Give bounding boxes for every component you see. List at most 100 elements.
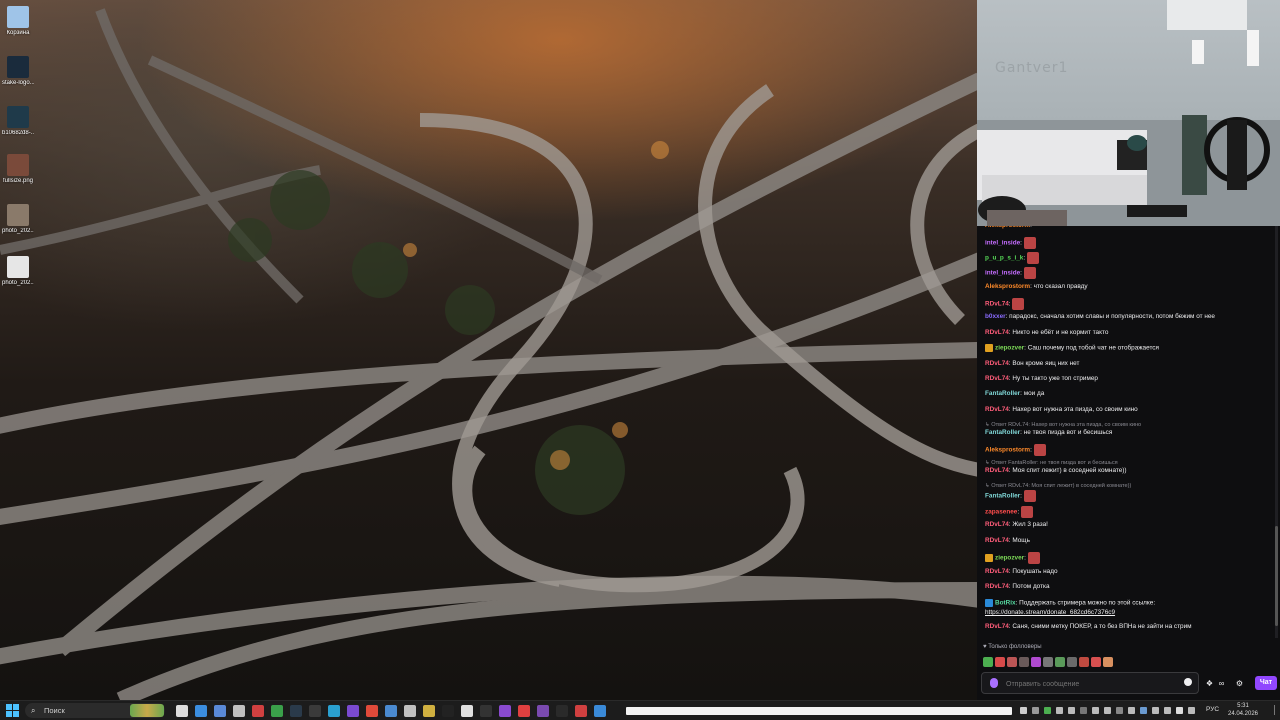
chat-username[interactable]: RDvL74 [985,375,1009,382]
emote-icon[interactable] [1091,657,1101,667]
tray-icon[interactable] [1140,707,1147,714]
chat-username[interactable]: b0xxer [985,313,1006,320]
show-desktop-button[interactable] [1266,705,1275,715]
search-highlight-icon[interactable] [130,704,164,717]
chat-message[interactable]: FantaRoller: мои да [985,390,1044,398]
emote-icon[interactable] [983,657,993,667]
taskbar-search[interactable]: ⌕ Поиск [25,703,165,718]
chat-message[interactable]: ziepozver: [985,552,1040,564]
chat-username[interactable]: FantaRoller [985,390,1020,397]
app-black-icon[interactable] [442,705,454,717]
language-indicator[interactable]: РУС [1206,706,1219,713]
desktop-icon-b10682d8[interactable]: b10682d8-... [2,106,34,136]
app-h-icon[interactable] [556,705,568,717]
app-pen-icon[interactable] [233,705,245,717]
chat-username[interactable]: Aleksprostorm [985,447,1030,454]
desktop-icon-photo-1[interactable]: photo_202... [2,204,34,234]
chat-message[interactable]: Aleksprostorm: что сказал правду [985,283,1088,291]
chat-reply-context[interactable]: ↳ Ответ RDvL74: Моя спит лежит) в соседн… [985,483,1131,489]
chat-message[interactable]: RDvL74: Никто не ебёт и не кормит такто [985,329,1108,337]
chat-scrollbar-thumb[interactable] [1275,526,1278,626]
tray-icon[interactable] [1056,707,1063,714]
desktop-icon-fullsize[interactable]: fullsize.png [2,154,34,184]
app-purple3-icon[interactable] [537,705,549,717]
desktop-icon-recycle-bin[interactable]: Корзина [2,6,34,36]
chat-username[interactable]: BotRix [995,600,1016,607]
chat-message[interactable]: p_u_p_s_i_k: [985,252,1039,264]
chat-username[interactable]: ziepozver [995,555,1024,562]
chat-username[interactable]: RDvL74 [985,329,1009,336]
chat-message[interactable]: RDvL74: Нахер вот нужна эта пизда, со св… [985,406,1138,414]
chat-link[interactable]: https://donate.stream/donate_682cd6c7376… [985,609,1115,617]
chat-input-box[interactable] [981,672,1199,694]
app-purple-icon[interactable] [347,705,359,717]
desktop-icon-photo-2[interactable]: photo_202... [2,256,34,286]
chat-message[interactable]: FantaRoller: [985,490,1036,502]
clock[interactable]: 5:31 24.04.2026 [1226,702,1260,718]
chat-username[interactable]: Aleksprostorm [985,283,1030,290]
chat-username[interactable]: zapasenee [985,509,1017,516]
app-purple2-icon[interactable] [499,705,511,717]
emote-icon[interactable] [1019,657,1029,667]
chat-username[interactable]: RDvL74 [985,467,1009,474]
chat-settings-icon[interactable]: ⚙ [1235,679,1244,688]
chat-message[interactable]: BotRix: Поддержать стримера можно по это… [985,599,1155,608]
tray-icon[interactable] [1188,707,1195,714]
chat-username[interactable]: intel_inside [985,240,1020,247]
microphone-icon[interactable] [990,678,998,688]
tray-icon[interactable] [1092,707,1099,714]
tray-icon[interactable] [1104,707,1111,714]
chat-reply-context[interactable]: ↳ Ответ FantaRoller: не твоя пизда вот и… [985,460,1118,466]
emote-icon[interactable] [1079,657,1089,667]
tray-icon[interactable] [1044,707,1051,714]
chat-username[interactable]: RDvL74 [985,521,1009,528]
emote-icon[interactable] [1067,657,1077,667]
chat-username[interactable]: RDvL74 [985,406,1009,413]
chat-username[interactable]: intel_inside [985,270,1020,277]
chrome-icon[interactable] [366,705,378,717]
chat-message[interactable]: Aleksprostorm: [985,226,1032,230]
emote-icon[interactable] [1031,657,1041,667]
app-steam-icon[interactable] [290,705,302,717]
points-icon[interactable]: ∞ [1217,679,1226,688]
chat-username[interactable]: RDvL74 [985,537,1009,544]
app-mail-icon[interactable] [385,705,397,717]
chat-username[interactable]: RDvL74 [985,568,1009,575]
app-v2-icon[interactable] [461,705,473,717]
yandex-icon[interactable] [518,705,530,717]
emote-icon[interactable] [1055,657,1065,667]
tray-icon[interactable] [1068,707,1075,714]
chat-reply-context[interactable]: ↳ Ответ RDvL74: Нахер вот нужна эта пизд… [985,422,1141,428]
chat-message[interactable]: FantaRoller: не твоя пизда вот и бесишьс… [985,429,1112,437]
chat-username[interactable]: FantaRoller [985,429,1020,436]
app-grid-icon[interactable] [404,705,416,717]
app-dark-icon[interactable] [309,705,321,717]
chat-message[interactable]: RDvL74: Жил 3 раза! [985,521,1048,529]
app-red-icon[interactable] [575,705,587,717]
chat-message[interactable]: intel_inside: [985,237,1036,249]
chat-message[interactable]: RDvL74: Покушать надо [985,568,1058,576]
chat-username[interactable]: RDvL74 [985,301,1009,308]
chat-send-button[interactable]: Чат [1255,676,1277,690]
bits-icon[interactable]: ❖ [1205,679,1214,688]
app-blue2-icon[interactable] [594,705,606,717]
chat-message[interactable]: RDvL74: Вон кроме яиц них нет [985,360,1079,368]
app-64-icon[interactable] [252,705,264,717]
tray-icon[interactable] [1116,707,1123,714]
app-tablet-icon[interactable] [214,705,226,717]
app-green-icon[interactable] [271,705,283,717]
chat-message-input[interactable] [1004,675,1178,693]
chat-username[interactable]: RDvL74 [985,623,1009,630]
chat-username[interactable]: RDvL74 [985,583,1009,590]
chat-message[interactable]: RDvL74: Моя спит лежит) в соседней комна… [985,467,1127,475]
tray-icon[interactable] [1020,707,1027,714]
start-button[interactable] [6,704,20,718]
chat-message-list[interactable]: Aleksprostorm: intel_inside: p_u_p_s_i_k… [977,226,1273,638]
emote-icon[interactable] [995,657,1005,667]
chat-message[interactable]: Aleksprostorm: [985,444,1046,456]
tray-icon[interactable] [1152,707,1159,714]
chat-message[interactable]: RDvL74: Мощь [985,537,1030,545]
tray-icon[interactable] [1032,707,1039,714]
tray-icon[interactable] [1176,707,1183,714]
app-blue-icon[interactable] [195,705,207,717]
